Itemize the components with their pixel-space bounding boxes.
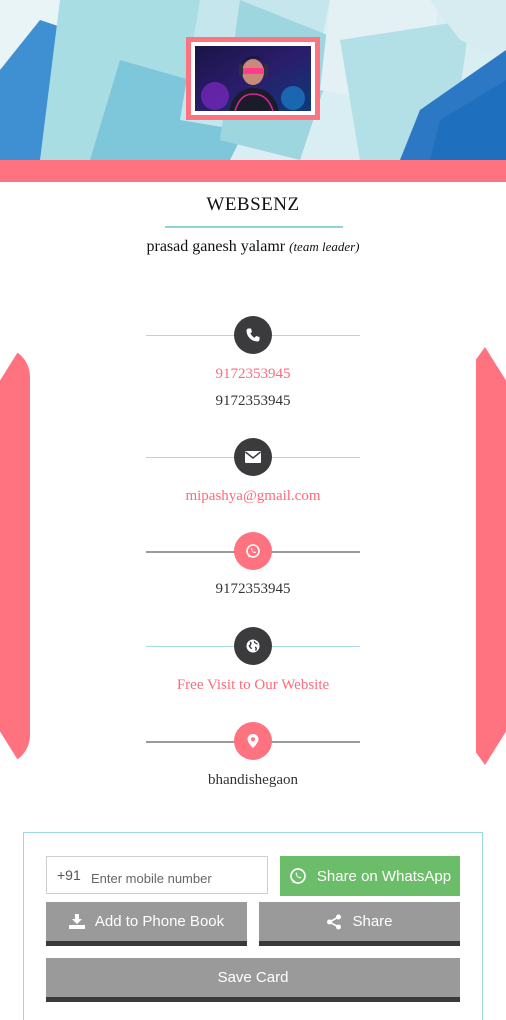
phone-icon[interactable] [234, 316, 272, 354]
location-pin-icon[interactable] [234, 722, 272, 760]
avatar-image [195, 46, 311, 111]
whatsapp-icon [290, 868, 306, 884]
share-on-whatsapp-label: Share on WhatsApp [316, 867, 452, 885]
add-to-phone-book-label: Add to Phone Book [94, 913, 225, 930]
avatar [186, 37, 320, 120]
mobile-number-field[interactable]: +91 [46, 856, 268, 894]
envelope-icon[interactable] [234, 438, 272, 476]
email-link[interactable]: mipashya@gmail.com [0, 488, 506, 505]
person-name: prasad ganesh yalamr [146, 238, 286, 255]
company-name: WEBSENZ [206, 194, 300, 215]
share-on-whatsapp-button[interactable]: Share on WhatsApp [280, 856, 460, 896]
share-icon [327, 914, 342, 929]
share-button[interactable]: Share [259, 902, 460, 946]
globe-icon[interactable] [234, 627, 272, 665]
whatsapp-number: 9172353945 [215, 581, 291, 597]
download-icon [68, 914, 85, 929]
company-underline [165, 226, 343, 228]
phone-number: 9172353945 [215, 393, 291, 409]
country-code: +91 [57, 867, 81, 883]
mobile-number-input[interactable] [91, 867, 261, 889]
whatsapp-icon[interactable] [234, 532, 272, 570]
person-role: (team leader) [289, 239, 360, 254]
address-text: bhandishegaon [208, 772, 298, 788]
accent-bar [0, 160, 506, 182]
share-label: Share [352, 913, 393, 930]
add-to-phone-book-button[interactable]: Add to Phone Book [46, 902, 247, 946]
person-line: prasad ganesh yalamr (team leader) [0, 238, 506, 256]
phone-link[interactable]: 9172353945 [0, 366, 506, 383]
save-card-label: Save Card [217, 969, 289, 986]
website-link[interactable]: Free Visit to Our Website [0, 677, 506, 694]
save-card-button[interactable]: Save Card [46, 958, 460, 1002]
